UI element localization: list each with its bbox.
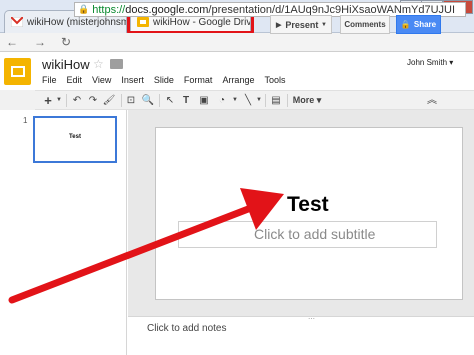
new-slide-icon[interactable]: + [41,93,55,108]
zoom-magnifier-icon[interactable]: 🔍 [141,93,155,108]
comment-icon[interactable]: ▤ [269,93,283,108]
address-bar-row: ← → ↻ [0,33,474,52]
tab-label: wikiHow (misterjohnsmith [27,16,126,28]
document-title[interactable]: wikiHow [42,57,90,72]
slide-number: 1 [23,116,28,125]
url-host: docs.google.com [125,3,209,16]
menu-edit[interactable]: Edit [67,75,83,85]
filmstrip: 1 Test [0,110,127,355]
collapse-icon[interactable]: ︽ [425,93,439,108]
menu-slide[interactable]: Slide [154,75,174,85]
docs-header: wikiHow ☆ File Edit View Insert Slide Fo… [0,53,474,90]
thumbnail-title: Test [69,134,81,140]
menu-tools[interactable]: Tools [264,75,285,85]
star-icon[interactable]: ☆ [93,57,104,71]
image-icon[interactable]: ▣ [197,93,211,108]
url-path: /presentation/d/1AUq9nJc9HiXsaoWANmYd7UJ… [208,3,456,16]
more-label: More [292,95,315,105]
menu-arrange[interactable]: Arrange [222,75,254,85]
chevron-down-icon[interactable]: ▼ [321,22,327,28]
resize-handle-icon[interactable]: ⋯ [308,315,315,323]
menu-bar: File Edit View Insert Slide Format Arran… [42,75,285,85]
user-account[interactable]: John Smith ▾ [407,58,453,67]
slide-title[interactable]: Test [287,193,329,217]
speaker-notes-pane[interactable] [128,316,474,355]
chevron-down-icon[interactable]: ▼ [55,93,63,108]
menu-insert[interactable]: Insert [121,75,144,85]
reload-icon[interactable]: ↻ [58,35,74,49]
menu-format[interactable]: Format [184,75,213,85]
url-scheme: https:// [92,3,126,16]
select-cursor-icon[interactable]: ↖ [164,93,176,108]
share-label: Share [413,20,437,29]
gmail-icon [11,17,23,27]
forward-icon[interactable]: → [32,35,48,49]
paint-format-icon[interactable]: 🖌 [102,93,116,108]
subtitle-placeholder[interactable]: Click to add subtitle [254,226,375,242]
present-button[interactable]: ▶ Present ▼ [270,15,332,34]
back-icon[interactable]: ← [4,35,20,49]
line-icon[interactable]: ╲ [241,93,255,108]
shape-icon[interactable]: ◔ [215,93,229,108]
toolbar: + ▼ ↶ ↷ 🖌 ⊡ 🔍 ↖ T ▣ ◔ ▼ ╲ ▼ ▤ More ▾ ︽ [35,90,474,110]
lock-icon: 🔒 [78,4,90,14]
zoom-icon[interactable]: ⊡ [125,93,137,108]
chevron-down-icon[interactable]: ▼ [255,93,263,108]
slide-thumbnail[interactable]: Test [33,116,117,163]
undo-icon[interactable]: ↶ [70,93,84,108]
slides-logo-icon[interactable] [4,58,31,85]
text-box-icon[interactable]: T [179,93,193,108]
chevron-down-icon[interactable]: ▼ [231,93,239,108]
share-button[interactable]: 🔒 Share [396,15,441,34]
lock-icon: 🔒 [400,20,411,29]
play-icon: ▶ [276,21,282,29]
folder-icon[interactable] [110,59,123,69]
comments-button[interactable]: Comments [340,15,390,34]
user-name: John Smith [407,58,448,67]
menu-view[interactable]: View [92,75,111,85]
menu-file[interactable]: File [42,75,57,85]
redo-icon[interactable]: ↷ [86,93,100,108]
notes-placeholder[interactable]: Click to add notes [147,323,227,334]
present-label: Present [285,19,319,30]
more-button[interactable]: More ▾ [290,93,324,108]
